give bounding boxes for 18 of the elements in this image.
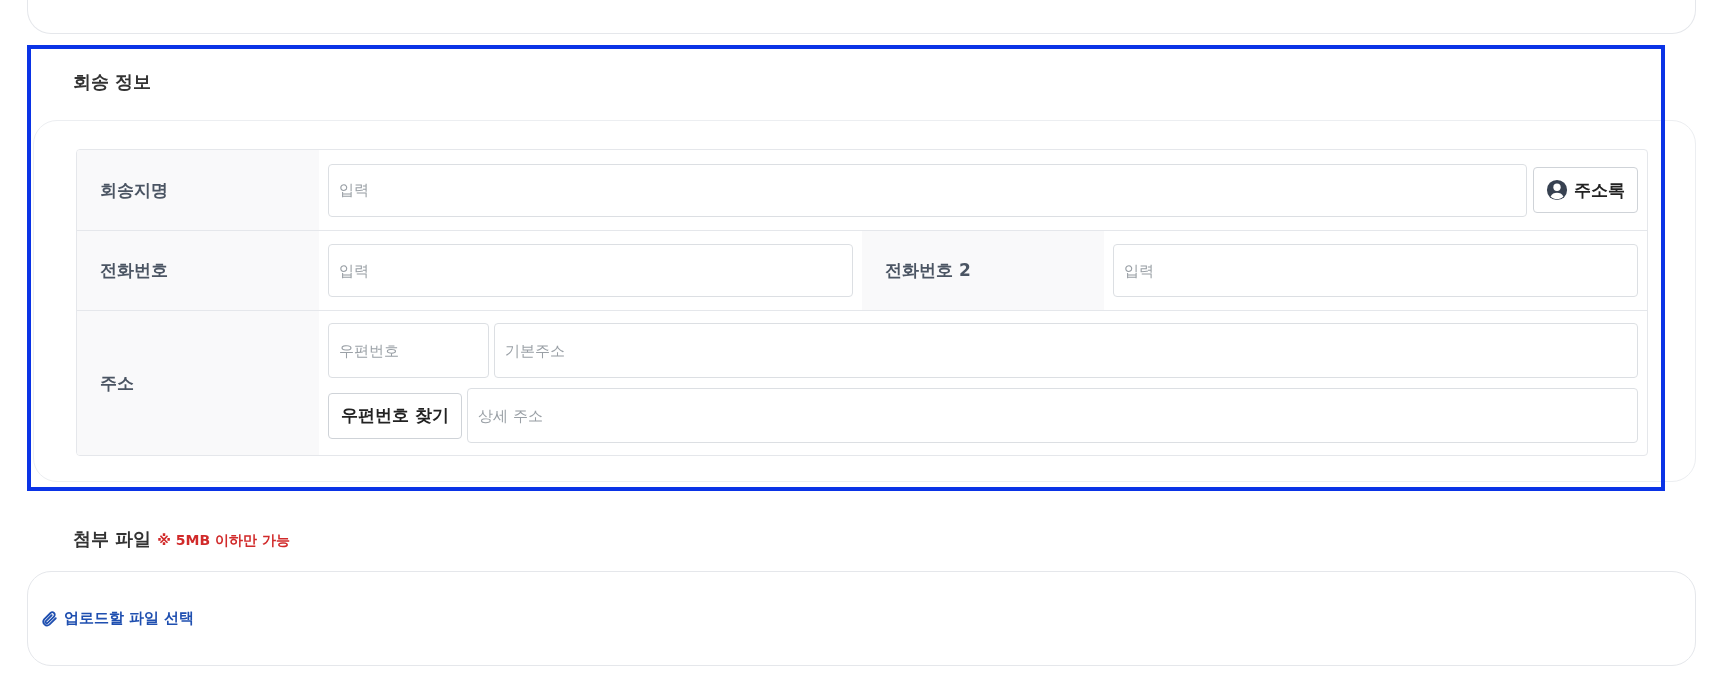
paperclip-icon (40, 609, 58, 628)
section-title: 첨부 파일 (73, 527, 152, 551)
size-note: ※ 5MB 이하만 가능 (157, 532, 290, 550)
field-label: 전화번호 2 (862, 231, 1104, 310)
input-field[interactable]: 상세 주소 (466, 388, 1638, 443)
zip-code-field[interactable]: 우편번호 (328, 323, 489, 378)
input-field[interactable]: 입력 (1113, 244, 1638, 297)
user-circle-icon (1546, 179, 1568, 201)
field-label: 전화번호 (77, 231, 319, 310)
field-label: 회송지명 (77, 150, 319, 230)
address-book-button[interactable]: 주소록 (1533, 167, 1638, 213)
input-field[interactable]: 기본주소 (494, 323, 1638, 378)
input-field[interactable]: 입력 (328, 244, 853, 297)
field-label: 주소 (77, 311, 319, 455)
zip-search-button[interactable]: 우편번호 찾기 (328, 392, 462, 439)
upload-link[interactable]: 업로드할 파일 선택 (40, 609, 195, 628)
section-title: 회송 정보 (73, 70, 153, 94)
input-field[interactable]: 입력 (328, 163, 1527, 217)
